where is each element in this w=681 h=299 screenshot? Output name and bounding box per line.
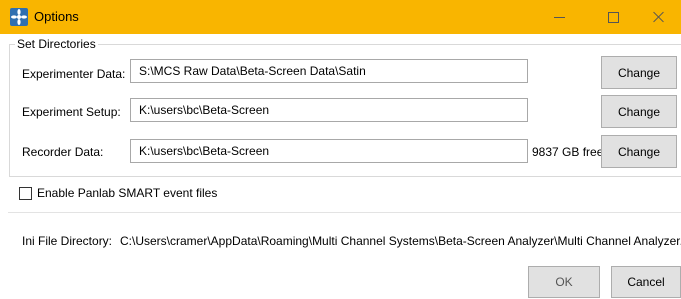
experimenter-data-field[interactable]: S:\MCS Raw Data\Beta-Screen Data\Satin	[130, 59, 528, 83]
recorder-data-change-button[interactable]: Change	[601, 135, 677, 168]
experiment-setup-field[interactable]: K:\users\bc\Beta-Screen	[130, 98, 528, 122]
experimenter-data-label: Experimenter Data:	[22, 67, 126, 81]
experiment-setup-label: Experiment Setup:	[22, 105, 121, 119]
ini-directory-label: Ini File Directory:	[22, 234, 113, 248]
maximize-icon	[607, 11, 619, 23]
recorder-data-label: Recorder Data:	[22, 145, 104, 159]
window-title: Options	[34, 9, 79, 24]
minimize-icon	[553, 16, 565, 18]
ini-directory-path: C:\Users\cramer\AppData\Roaming\Multi Ch…	[120, 234, 681, 248]
set-directories-legend: Set Directories	[15, 37, 98, 51]
enable-smart-checkbox[interactable]	[19, 187, 32, 200]
enable-smart-label[interactable]: Enable Panlab SMART event files	[37, 186, 217, 200]
separator	[8, 212, 681, 213]
maximize-button[interactable]	[590, 0, 636, 34]
cancel-button[interactable]: Cancel	[611, 266, 681, 298]
close-button[interactable]	[636, 0, 681, 34]
ok-button[interactable]: OK	[528, 266, 600, 298]
close-icon	[653, 11, 665, 23]
recorder-free-space: 9837 GB free	[532, 145, 604, 159]
experimenter-data-change-button[interactable]: Change	[601, 56, 677, 89]
minimize-button[interactable]	[536, 0, 582, 34]
recorder-data-field[interactable]: K:\users\bc\Beta-Screen	[130, 139, 528, 163]
experiment-setup-change-button[interactable]: Change	[601, 95, 677, 128]
title-bar: Options	[0, 0, 681, 34]
app-logo-icon	[10, 8, 28, 26]
